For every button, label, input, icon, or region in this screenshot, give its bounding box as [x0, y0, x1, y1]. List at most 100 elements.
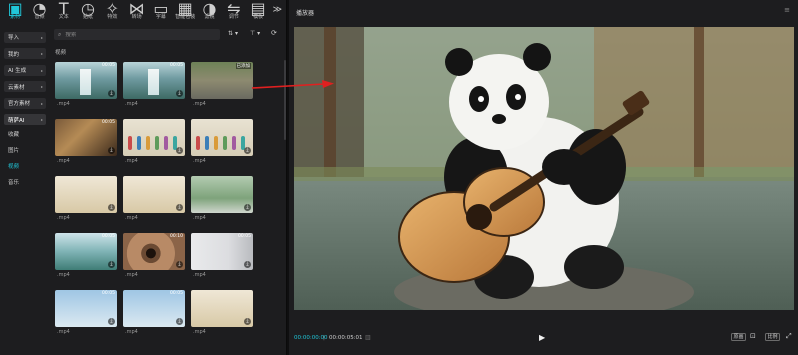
- duration-label: 00:05: [170, 291, 183, 296]
- sidebar-button[interactable]: 萌萨AI ▸: [4, 114, 46, 125]
- sidebar-button[interactable]: 导入 ▸: [4, 31, 46, 43]
- media-thumbnail: ⤓: [191, 176, 253, 213]
- screenshot-icon[interactable]: ⊡: [750, 332, 756, 340]
- adjust-icon: ⇋: [227, 0, 241, 18]
- media-caption: .mp4: [193, 329, 206, 335]
- tool-template[interactable]: ▤ 模板: [246, 0, 270, 24]
- sidebar-link[interactable]: 收藏: [4, 130, 50, 141]
- duration-label: 00:05: [102, 291, 115, 296]
- media-item[interactable]: 00:05 ⤓ .mp4: [191, 233, 253, 281]
- download-icon[interactable]: ⤓: [244, 261, 251, 268]
- refresh-icon[interactable]: ⟳: [271, 29, 277, 37]
- media-caption: .mp4: [125, 329, 138, 335]
- media-item[interactable]: ⤓ .mp4: [191, 176, 253, 224]
- download-icon[interactable]: ⤓: [176, 90, 183, 97]
- tool-media[interactable]: ▣ 素材: [3, 0, 27, 24]
- media-caption: .mp4: [57, 158, 70, 164]
- media-item[interactable]: 00:05 ⤓ .mp4: [55, 290, 117, 338]
- media-caption: .mp4: [193, 215, 206, 221]
- media-item[interactable]: ⤓ .mp4: [191, 119, 253, 167]
- media-thumbnail: 00:05 ⤓: [123, 290, 185, 327]
- sort-icon[interactable]: ⇅ ▾: [228, 30, 238, 37]
- tool-adjust[interactable]: ⇋ 调节: [222, 0, 246, 24]
- tool-filter[interactable]: ◑ 滤镜: [197, 0, 221, 24]
- chevron-right-icon: ▸: [40, 67, 43, 73]
- filter-icon: ◑: [202, 0, 217, 18]
- download-icon[interactable]: ⤓: [108, 90, 115, 97]
- chevron-right-icon: ▸: [40, 100, 43, 106]
- chevron-right-icon: ▸: [40, 34, 43, 40]
- chevron-right-icon: ▸: [40, 84, 43, 89]
- duration-label: 00:05: [102, 234, 115, 239]
- tool-label: 贴纸: [83, 14, 94, 20]
- audio-icon: ◔: [32, 0, 47, 18]
- media-item[interactable]: ⤓ .mp4: [123, 176, 185, 224]
- toolbar-more-button[interactable]: ≫: [273, 5, 282, 15]
- download-icon[interactable]: ⤓: [176, 261, 183, 268]
- tool-label: 特效: [107, 14, 118, 20]
- timeline-grid-icon[interactable]: ▥: [365, 334, 371, 341]
- sidebar-button[interactable]: 官方素材 ▸: [4, 97, 46, 109]
- play-button[interactable]: ▶: [539, 333, 545, 342]
- tool-label: 音频: [34, 14, 45, 20]
- tool-label: 智能包装: [175, 14, 196, 20]
- filter-icon[interactable]: ⊤ ▾: [250, 30, 260, 37]
- sidebar-button[interactable]: AI 生成 ▸: [4, 64, 46, 76]
- download-icon[interactable]: ⤓: [108, 204, 115, 211]
- media-item[interactable]: 已添加 .mp4: [191, 62, 253, 110]
- download-icon[interactable]: ⤓: [108, 147, 115, 154]
- player-controls: 00:00:00:00 | 00:00:05:01 ▥ ▶ 原画 ⊡ 比例 ⤢: [289, 330, 798, 350]
- sidebar-link[interactable]: 音乐: [4, 178, 50, 189]
- player-title: 播放器: [296, 10, 315, 17]
- original-quality-button[interactable]: 原画: [731, 333, 747, 341]
- media-item[interactable]: ⤓ .mp4: [123, 119, 185, 167]
- duration-label: 00:10: [170, 234, 183, 239]
- media-item[interactable]: 00:05 ⤓ .mp4: [55, 233, 117, 281]
- search-box[interactable]: ⌕: [54, 29, 220, 40]
- media-scrollbar[interactable]: [284, 60, 286, 140]
- media-item[interactable]: ⤓ .mp4: [55, 176, 117, 224]
- download-icon[interactable]: ⤓: [244, 318, 251, 325]
- transition-icon: ⋈: [128, 0, 145, 18]
- download-icon[interactable]: ⤓: [176, 204, 183, 211]
- media-thumbnail: ⤓: [55, 176, 117, 213]
- media-item[interactable]: 00:05 ⤓ .mp4: [55, 119, 117, 167]
- fullscreen-icon[interactable]: ⤢: [786, 332, 792, 341]
- duration-label: 00:05: [238, 234, 251, 239]
- media-item[interactable]: 00:05 ⤓ .mp4: [123, 290, 185, 338]
- download-icon[interactable]: ⤓: [108, 318, 115, 325]
- tool-transition[interactable]: ⋈ 转场: [124, 0, 148, 24]
- media-thumbnail: 00:05 ⤓: [123, 62, 185, 99]
- download-icon[interactable]: ⤓: [244, 204, 251, 211]
- player-menu-icon[interactable]: ≡: [784, 6, 790, 14]
- media-item[interactable]: ⤓ .mp4: [191, 290, 253, 338]
- download-icon[interactable]: ⤓: [176, 147, 183, 154]
- media-caption: .mp4: [57, 272, 70, 278]
- download-icon[interactable]: ⤓: [176, 318, 183, 325]
- tool-label: 素材: [10, 14, 21, 20]
- sidebar-button[interactable]: 我的 ▸: [4, 48, 46, 59]
- tool-subtitle[interactable]: ▭ 字幕: [149, 0, 173, 24]
- tool-audio[interactable]: ◔ 音频: [27, 0, 51, 24]
- sidebar-link[interactable]: 图片: [4, 146, 50, 157]
- download-icon[interactable]: ⤓: [244, 147, 251, 154]
- sidebar-link[interactable]: 视频: [4, 162, 50, 173]
- duration-label: 00:05: [102, 120, 115, 125]
- media-item[interactable]: 00:10 ⤓ .mp4: [123, 233, 185, 281]
- sidebar-button[interactable]: 云素材 ▸: [4, 81, 46, 92]
- search-input[interactable]: [65, 31, 206, 38]
- media-item[interactable]: 00:05 ⤓ .mp4: [55, 62, 117, 110]
- sidebar-button-label: 云素材: [8, 84, 25, 91]
- media-thumbnail: ⤓: [191, 290, 253, 327]
- download-icon[interactable]: ⤓: [108, 261, 115, 268]
- tool-text[interactable]: T 文本: [52, 0, 76, 24]
- player-panel: 播放器 ≡ 00:00:00:00 | 00:00:05:01 ▥ ▶ 原画 ⊡…: [289, 0, 798, 355]
- tool-sticker[interactable]: ◷ 贴纸: [76, 0, 100, 24]
- tool-effects[interactable]: ✧ 特效: [100, 0, 124, 24]
- top-toolbar: ▣ 素材 ◔ 音频 T 文本 ◷ 贴纸 ✧ 特效 ⋈ 转场 ▭ 字幕 ▦ 智能包装 ◑ 滤镜 ⇋ 调节 ▤ 模板: [0, 0, 287, 24]
- text-icon: T: [58, 0, 69, 18]
- media-item[interactable]: 00:05 ⤓ .mp4: [123, 62, 185, 110]
- video-preview[interactable]: [294, 27, 794, 310]
- aspect-ratio-button[interactable]: 比例: [765, 333, 781, 341]
- tool-smart-pack[interactable]: ▦ 智能包装: [173, 0, 197, 24]
